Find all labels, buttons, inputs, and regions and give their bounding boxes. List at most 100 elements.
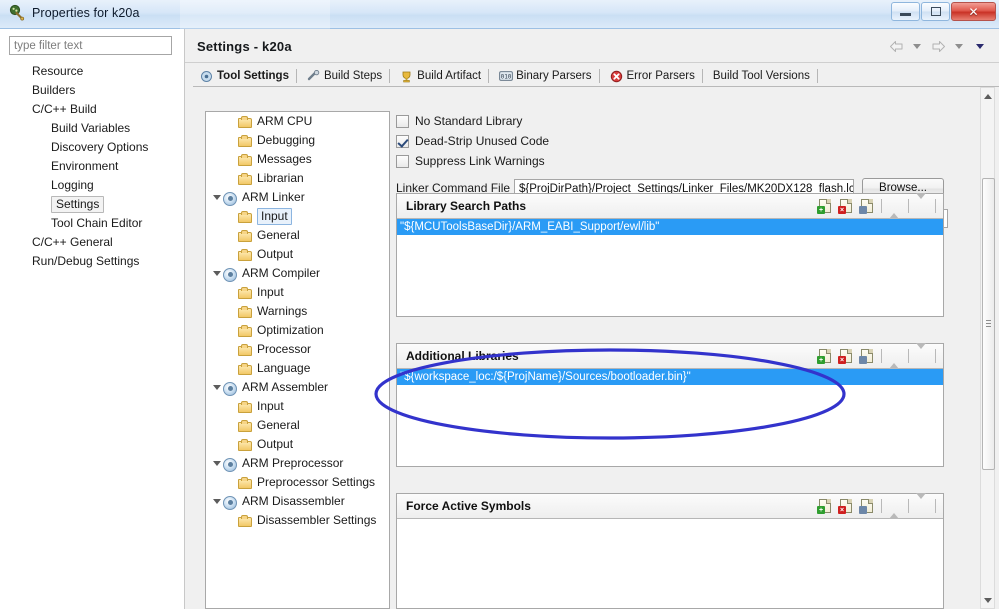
tool-tree-item-output[interactable]: Output <box>206 245 389 264</box>
tool-tree-item-input[interactable]: Input <box>206 207 389 226</box>
delete-icon[interactable]: × <box>838 347 856 365</box>
toolbar-separator <box>908 349 909 363</box>
tool-tree-item-general[interactable]: General <box>206 416 389 435</box>
checkbox-dead-strip-unused-code[interactable] <box>396 134 409 148</box>
chevron-down-icon[interactable] <box>210 499 223 504</box>
svg-text:010: 010 <box>501 73 512 80</box>
minimize-button[interactable] <box>891 2 920 21</box>
forward-dropdown-icon[interactable] <box>950 38 968 55</box>
tool-tree-item-preprocessor-settings[interactable]: Preprocessor Settings <box>206 473 389 492</box>
tool-tree[interactable]: ARM CPU Debugging Messages Librarian ARM Lin… <box>205 111 390 609</box>
checkbox-suppress-link-warnings[interactable] <box>396 154 409 168</box>
tool-tree-item-arm-cpu[interactable]: ARM CPU <box>206 112 389 131</box>
tool-tree-item-arm-assembler[interactable]: ARM Assembler <box>206 378 389 397</box>
list-group-body[interactable] <box>397 519 943 608</box>
tab-build-tool-versions[interactable]: Build Tool Versions <box>706 66 817 86</box>
toolbar-separator <box>935 199 936 213</box>
sidebar-item-resource[interactable]: Resource <box>0 62 184 81</box>
back-dropdown-icon[interactable] <box>908 38 926 55</box>
scroll-up-icon[interactable] <box>981 89 994 103</box>
minimize-icon <box>892 3 919 20</box>
add-icon[interactable]: + <box>817 197 835 215</box>
title-bar: Properties for k20a ✕ <box>0 0 999 29</box>
edit-icon[interactable] <box>859 197 877 215</box>
chevron-down-icon[interactable] <box>210 461 223 466</box>
tool-tree-item-warnings[interactable]: Warnings <box>206 302 389 321</box>
tool-tree-item-disassembler-settings[interactable]: Disassembler Settings <box>206 511 389 530</box>
tool-tree-item-general[interactable]: General <box>206 226 389 245</box>
checkbox-row[interactable]: No Standard Library <box>396 111 956 131</box>
view-menu-icon[interactable] <box>971 38 989 55</box>
tool-tree-item-arm-disassembler[interactable]: ARM Disassembler <box>206 492 389 511</box>
tool-tree-item-debugging[interactable]: Debugging <box>206 131 389 150</box>
tool-tree-item-language[interactable]: Language <box>206 359 389 378</box>
move-up-icon[interactable] <box>886 197 904 219</box>
list-group-body[interactable]: "${MCUToolsBaseDir}/ARM_EABI_Support/ewl… <box>397 219 943 316</box>
back-arrow-icon[interactable] <box>887 38 905 55</box>
sidebar-item-c-c-general[interactable]: C/C++ General <box>0 233 184 252</box>
sidebar-item-c-c-build[interactable]: C/C++ Build <box>0 100 184 119</box>
move-down-icon[interactable] <box>913 493 931 515</box>
tool-tree-item-output[interactable]: Output <box>206 435 389 454</box>
sidebar-item-discovery-options[interactable]: Discovery Options <box>0 138 184 157</box>
checkbox-row[interactable]: Dead-Strip Unused Code <box>396 131 956 151</box>
sidebar-item-builders[interactable]: Builders <box>0 81 184 100</box>
delete-icon[interactable]: × <box>838 197 856 215</box>
tool-tree-label: ARM Preprocessor <box>242 456 344 470</box>
move-up-icon[interactable] <box>886 347 904 369</box>
sidebar-item-tool-chain-editor[interactable]: Tool Chain Editor <box>0 214 184 233</box>
tab-binary-parsers[interactable]: 010 Binary Parsers <box>492 66 598 86</box>
tool-tree-item-optimization[interactable]: Optimization <box>206 321 389 340</box>
edit-icon[interactable] <box>859 497 877 515</box>
folder-icon <box>238 475 254 491</box>
tab-build-steps[interactable]: Build Steps <box>300 66 389 86</box>
close-button[interactable]: ✕ <box>951 2 996 21</box>
sidebar-item-label: C/C++ Build <box>32 102 97 116</box>
move-down-icon[interactable] <box>913 193 931 215</box>
checkbox-no-standard-library[interactable] <box>396 114 409 128</box>
chevron-down-icon[interactable] <box>210 195 223 200</box>
tab-build-artifact[interactable]: Build Artifact <box>393 66 488 86</box>
list-group-toolbar: + × <box>817 193 937 219</box>
tool-tree-item-input[interactable]: Input <box>206 283 389 302</box>
sidebar-item-logging[interactable]: Logging <box>0 176 184 195</box>
move-up-icon[interactable] <box>886 497 904 519</box>
tool-tree-item-arm-linker[interactable]: ARM Linker <box>206 188 389 207</box>
delete-icon[interactable]: × <box>838 497 856 515</box>
maximize-button[interactable] <box>921 2 950 21</box>
vertical-scrollbar[interactable] <box>980 87 995 609</box>
tool-tree-item-processor[interactable]: Processor <box>206 340 389 359</box>
filter-input[interactable]: type filter text <box>9 36 172 55</box>
scrollbar-thumb[interactable] <box>982 178 995 470</box>
chevron-down-icon[interactable] <box>210 385 223 390</box>
folder-icon <box>238 437 254 453</box>
forward-arrow-icon[interactable] <box>929 38 947 55</box>
move-down-icon[interactable] <box>913 343 931 365</box>
tool-tree-item-messages[interactable]: Messages <box>206 150 389 169</box>
tool-tree-item-librarian[interactable]: Librarian <box>206 169 389 188</box>
list-item[interactable]: "${MCUToolsBaseDir}/ARM_EABI_Support/ewl… <box>397 219 943 235</box>
tool-tree-item-arm-preprocessor[interactable]: ARM Preprocessor <box>206 454 389 473</box>
add-icon[interactable]: + <box>817 497 835 515</box>
add-icon[interactable]: + <box>817 347 835 365</box>
chevron-down-icon[interactable] <box>210 271 223 276</box>
settings-nav-tree[interactable]: Resource Builders C/C++ Build Build Variabl… <box>0 62 184 271</box>
scroll-down-icon[interactable] <box>981 593 994 607</box>
sidebar-item-settings[interactable]: Settings <box>0 195 184 214</box>
sidebar-item-environment[interactable]: Environment <box>0 157 184 176</box>
list-group-force-active-symbols: Force Active Symbols + × <box>396 493 944 609</box>
list-item[interactable]: "${workspace_loc:/${ProjName}/Sources/bo… <box>397 369 943 385</box>
sidebar-item-run-debug-settings[interactable]: Run/Debug Settings <box>0 252 184 271</box>
tab-bar[interactable]: Tool Settings Build Steps Build Artifact 01… <box>193 66 999 87</box>
tool-tree-item-arm-compiler[interactable]: ARM Compiler <box>206 264 389 283</box>
tab-error-parsers[interactable]: Error Parsers <box>603 66 702 86</box>
edit-icon[interactable] <box>859 347 877 365</box>
tab-tool-settings[interactable]: Tool Settings <box>193 66 296 86</box>
list-group-body[interactable]: "${workspace_loc:/${ProjName}/Sources/bo… <box>397 369 943 466</box>
sidebar-item-build-variables[interactable]: Build Variables <box>0 119 184 138</box>
tool-tree-label: ARM Linker <box>242 190 305 204</box>
tool-tree-item-input[interactable]: Input <box>206 397 389 416</box>
folder-icon <box>238 399 254 415</box>
checkbox-row[interactable]: Suppress Link Warnings <box>396 151 956 171</box>
list-group-toolbar: + × <box>817 493 937 519</box>
